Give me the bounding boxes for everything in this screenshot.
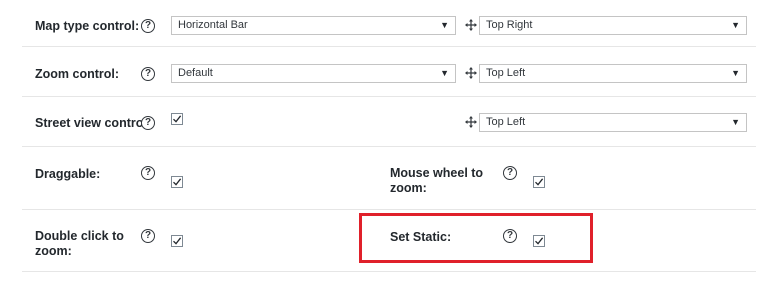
chevron-down-icon: ▼ xyxy=(440,68,449,78)
draggable-checkbox[interactable] xyxy=(171,176,183,188)
checkmark-icon xyxy=(535,237,544,245)
double-click-zoom-checkbox[interactable] xyxy=(171,235,183,247)
mouse-wheel-zoom-label-line1: Mouse wheel to xyxy=(390,166,484,180)
street-view-checkbox[interactable] xyxy=(171,113,183,125)
checkmark-icon xyxy=(173,237,182,245)
checkmark-icon xyxy=(173,115,182,123)
zoom-select[interactable]: Default ▼ xyxy=(171,64,456,83)
draggable-label: Draggable: xyxy=(35,167,101,181)
help-icon[interactable]: ? xyxy=(141,116,155,130)
mouse-wheel-zoom-label: Mouse wheel to zoom: xyxy=(390,166,483,196)
zoom-select-value: Default xyxy=(178,67,213,79)
row-divider xyxy=(22,146,756,147)
checkmark-icon xyxy=(535,178,544,186)
row-divider xyxy=(22,46,756,47)
set-static-label: Set Static: xyxy=(390,230,452,244)
zoom-position-select[interactable]: Top Left ▼ xyxy=(479,64,747,83)
zoom-control-label: Zoom control: xyxy=(35,67,120,81)
map-type-position-value: Top Right xyxy=(486,19,533,31)
zoom-position-value: Top Left xyxy=(486,67,526,79)
chevron-down-icon: ▼ xyxy=(731,20,740,30)
street-view-position-select[interactable]: Top Left ▼ xyxy=(479,113,747,132)
help-icon[interactable]: ? xyxy=(141,67,155,81)
chevron-down-icon: ▼ xyxy=(731,68,740,78)
mouse-wheel-zoom-label-line2: zoom: xyxy=(390,181,427,195)
double-click-zoom-label-line1: Double click to xyxy=(35,229,124,243)
help-icon[interactable]: ? xyxy=(503,166,517,180)
double-click-zoom-label-line2: zoom: xyxy=(35,244,72,258)
help-icon[interactable]: ? xyxy=(503,229,517,243)
mouse-wheel-zoom-checkbox[interactable] xyxy=(533,176,545,188)
map-type-select[interactable]: Horizontal Bar ▼ xyxy=(171,16,456,35)
help-icon[interactable]: ? xyxy=(141,229,155,243)
move-arrows-icon[interactable] xyxy=(465,116,477,128)
map-type-control-label: Map type control: xyxy=(35,19,140,33)
checkmark-icon xyxy=(173,178,182,186)
map-type-position-select[interactable]: Top Right ▼ xyxy=(479,16,747,35)
street-view-position-value: Top Left xyxy=(486,116,526,128)
help-icon[interactable]: ? xyxy=(141,166,155,180)
row-divider xyxy=(22,209,756,210)
move-arrows-icon[interactable] xyxy=(465,67,477,79)
double-click-zoom-label: Double click to zoom: xyxy=(35,229,124,259)
help-icon[interactable]: ? xyxy=(141,19,155,33)
map-type-select-value: Horizontal Bar xyxy=(178,19,248,31)
row-divider xyxy=(22,271,756,272)
move-arrows-icon[interactable] xyxy=(465,19,477,31)
chevron-down-icon: ▼ xyxy=(731,117,740,127)
row-divider xyxy=(22,96,756,97)
street-view-control-label: Street view control: xyxy=(35,116,151,130)
set-static-checkbox[interactable] xyxy=(533,235,545,247)
chevron-down-icon: ▼ xyxy=(440,20,449,30)
